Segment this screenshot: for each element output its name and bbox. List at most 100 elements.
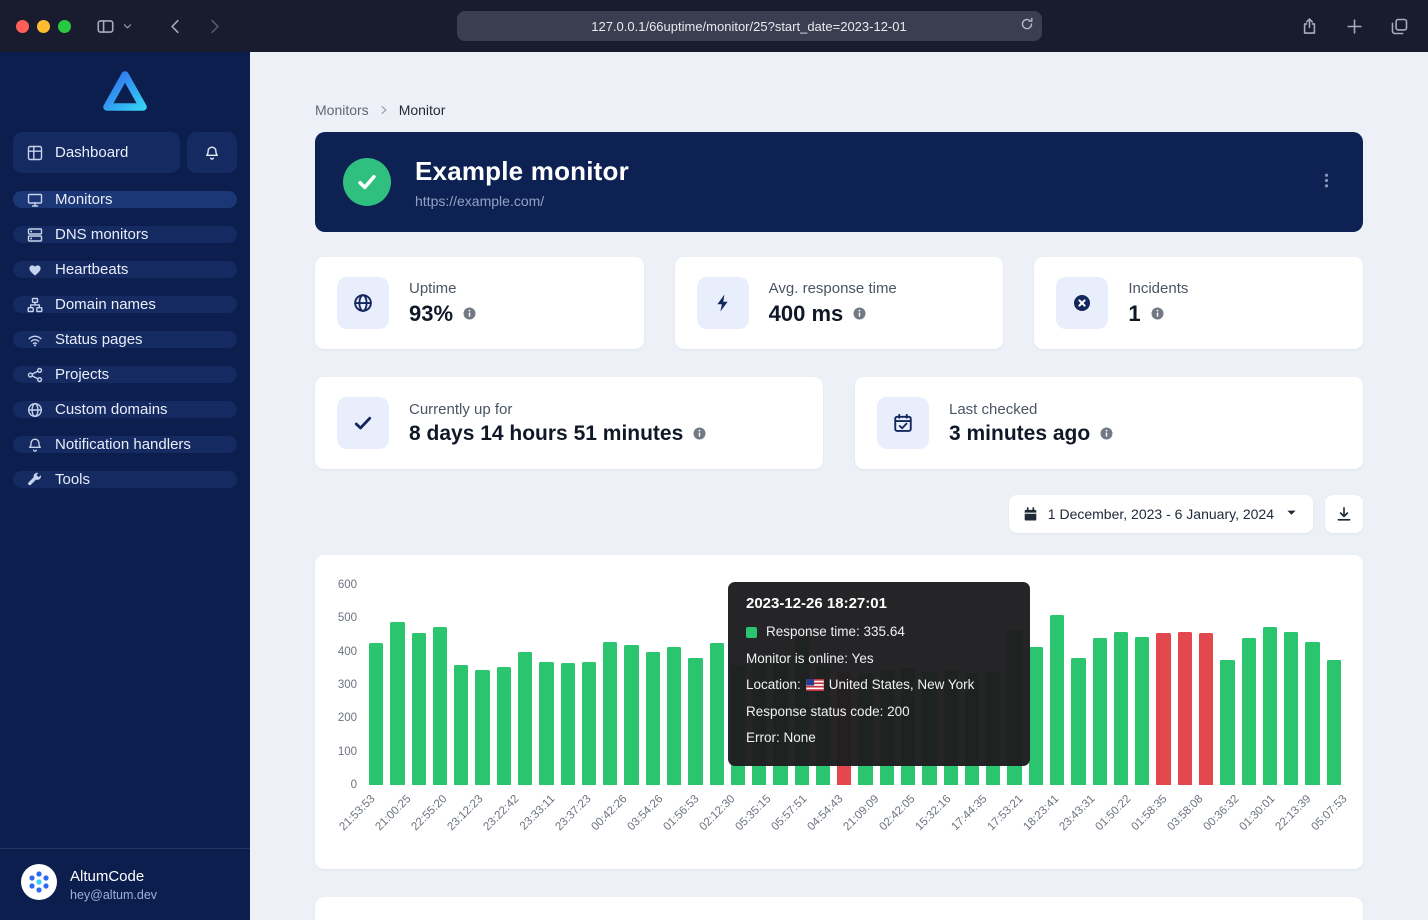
sidebar-item-monitors[interactable]: Monitors <box>13 191 237 208</box>
response-bar-down[interactable] <box>1199 633 1213 785</box>
tools-icon <box>27 472 43 488</box>
sidebar-item-heartbeats[interactable]: Heartbeats <box>13 261 237 278</box>
globe-icon-tile <box>337 277 389 329</box>
bolt-icon-tile <box>697 277 749 329</box>
x-axis-label: 00:42:26 <box>589 793 629 833</box>
sidebar-item-notification-handlers[interactable]: Notification handlers <box>13 436 237 453</box>
response-bar-up[interactable] <box>1029 647 1043 785</box>
response-bar-up[interactable] <box>475 670 489 785</box>
sidebar-chevron-down-icon[interactable] <box>118 17 137 36</box>
sidebar-item-tools[interactable]: Tools <box>13 471 237 488</box>
sidebar-item-projects[interactable]: Projects <box>13 366 237 383</box>
sidebar-toggle-button[interactable] <box>93 14 118 39</box>
tooltip-row: Error: None <box>746 725 1012 752</box>
minimize-window-button[interactable] <box>37 20 50 33</box>
response-bar-up[interactable] <box>1263 627 1277 785</box>
sidebar-item-label: Status pages <box>55 331 143 348</box>
tab-overview-button[interactable] <box>1387 14 1412 39</box>
response-bar-up[interactable] <box>646 652 660 785</box>
breadcrumb-monitors-link[interactable]: Monitors <box>315 102 369 118</box>
share-button[interactable] <box>1297 14 1322 39</box>
response-bar-up[interactable] <box>454 665 468 785</box>
response-bar-up[interactable] <box>582 662 596 785</box>
response-bar-up[interactable] <box>667 647 681 785</box>
response-bar-up[interactable] <box>433 627 447 785</box>
response-bar-up[interactable] <box>1327 660 1341 785</box>
breadcrumb: Monitors Monitor <box>315 102 1363 118</box>
x-axis-label: 05:35:15 <box>733 793 773 833</box>
info-icon[interactable] <box>692 426 707 441</box>
stat-label: Uptime <box>409 280 477 297</box>
response-bar-up[interactable] <box>1135 637 1149 785</box>
url-bar[interactable]: 127.0.0.1/66uptime/monitor/25?start_date… <box>457 11 1042 41</box>
globe-icon <box>27 402 43 418</box>
response-bar-down[interactable] <box>1178 632 1192 785</box>
tooltip-text: Monitor is online: Yes <box>746 646 874 673</box>
monitor-header-card: Example monitor https://example.com/ <box>315 132 1363 232</box>
sidebar-item-dashboard[interactable]: Dashboard <box>13 132 180 173</box>
info-icon[interactable] <box>1150 306 1165 321</box>
sidebar-item-status-pages[interactable]: Status pages <box>13 331 237 348</box>
response-bar-up[interactable] <box>710 643 724 785</box>
response-bar-up[interactable] <box>603 642 617 785</box>
heartbeats-icon <box>27 262 43 278</box>
export-download-button[interactable] <box>1325 495 1363 533</box>
altumcode-avatar <box>20 863 58 906</box>
response-bar-up[interactable] <box>561 663 575 785</box>
chrome-actions <box>1297 14 1412 39</box>
response-bar-up[interactable] <box>688 658 702 785</box>
x-axis-label: 01:58:35 <box>1129 793 1169 833</box>
info-icon[interactable] <box>462 306 477 321</box>
url-text: 127.0.0.1/66uptime/monitor/25?start_date… <box>467 19 1032 34</box>
app-logo[interactable] <box>0 52 250 132</box>
stat-label: Incidents <box>1128 280 1188 297</box>
account-menu[interactable]: AltumCode hey@altum.dev <box>0 848 250 920</box>
forward-button[interactable] <box>202 14 227 39</box>
response-bar-up[interactable] <box>1284 632 1298 785</box>
x-axis-label: 01:50:22 <box>1093 793 1133 833</box>
chart-x-axis: 21:53:5321:00:2522:55:2023:12:2323:22:42… <box>369 785 1341 865</box>
x-axis-label: 22:55:20 <box>409 793 449 833</box>
new-tab-button[interactable] <box>1342 14 1367 39</box>
response-bar-up[interactable] <box>539 662 553 785</box>
sidebar-item-custom-domains[interactable]: Custom domains <box>13 401 237 418</box>
x-axis-label: 21:09:09 <box>841 793 881 833</box>
response-bar-up[interactable] <box>1071 658 1085 785</box>
info-icon[interactable] <box>852 306 867 321</box>
us-flag-icon <box>806 679 824 691</box>
status-up-icon <box>343 158 391 206</box>
sidebar-item-label: Domain names <box>55 296 156 313</box>
response-bar-up[interactable] <box>497 667 511 785</box>
monitor-url[interactable]: https://example.com/ <box>415 193 629 209</box>
breadcrumb-chevron-icon <box>379 102 389 118</box>
y-axis-tick: 100 <box>338 746 357 758</box>
monitor-options-button[interactable] <box>1318 172 1335 192</box>
close-window-button[interactable] <box>16 20 29 33</box>
sidebar-item-dns-monitors[interactable]: DNS monitors <box>13 226 237 243</box>
x-axis-label: 03:58:08 <box>1165 793 1205 833</box>
response-bar-up[interactable] <box>518 652 532 785</box>
response-bar-up[interactable] <box>1305 642 1319 785</box>
y-axis-tick: 500 <box>338 612 357 624</box>
response-bar-up[interactable] <box>412 633 426 785</box>
date-range-picker[interactable]: 1 December, 2023 - 6 January, 2024 <box>1009 495 1313 533</box>
response-bar-down[interactable] <box>1156 633 1170 785</box>
fullscreen-window-button[interactable] <box>58 20 71 33</box>
info-icon[interactable] <box>1099 426 1114 441</box>
sidebar-item-domain-names[interactable]: Domain names <box>13 296 237 313</box>
response-bar-up[interactable] <box>1050 615 1064 785</box>
response-bar-up[interactable] <box>390 622 404 785</box>
stat-card-incidents: Incidents1 <box>1034 257 1363 349</box>
stat-value: 3 minutes ago <box>949 422 1090 446</box>
response-bar-up[interactable] <box>624 645 638 785</box>
notifications-bell-button[interactable] <box>187 132 237 173</box>
reload-icon[interactable] <box>1020 17 1034 36</box>
url-bar-container: 127.0.0.1/66uptime/monitor/25?start_date… <box>227 11 1271 41</box>
response-bar-up[interactable] <box>1242 638 1256 785</box>
x-axis-label: 21:53:53 <box>337 793 377 833</box>
response-bar-up[interactable] <box>1220 660 1234 785</box>
response-bar-up[interactable] <box>1093 638 1107 785</box>
back-button[interactable] <box>163 14 188 39</box>
response-bar-up[interactable] <box>1114 632 1128 785</box>
response-bar-up[interactable] <box>369 643 383 785</box>
